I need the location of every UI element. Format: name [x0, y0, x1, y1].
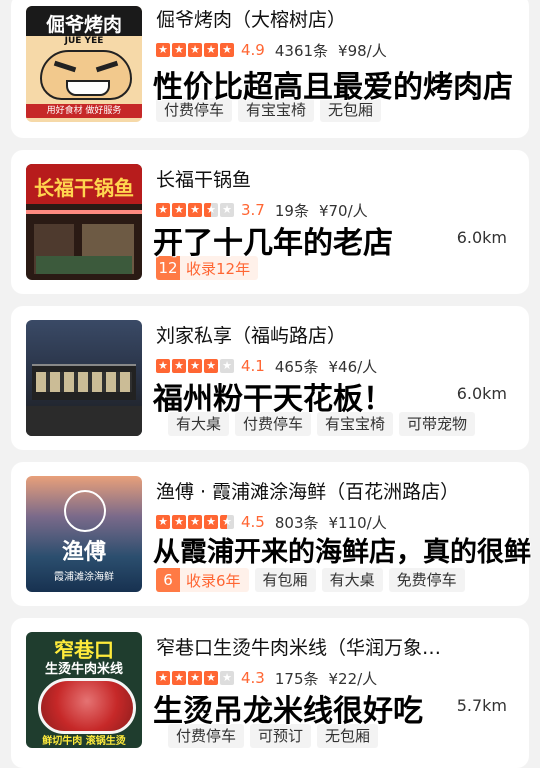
mascot-face [40, 50, 132, 100]
star-rating [156, 514, 234, 530]
overlay-slogan: 从霞浦开来的海鲜店，真的很鲜 [153, 537, 531, 568]
distance: 6.0km [456, 228, 507, 247]
star-icon [204, 358, 218, 374]
star-icon [220, 514, 234, 530]
review-count: 4361条 [274, 41, 329, 60]
star-rating [156, 42, 234, 58]
logo-subtitle: 霞浦滩涂海鲜 [54, 572, 114, 583]
rating-row: 4.9 4361条 ¥98/人 [156, 40, 515, 60]
avg-price: ¥98/人 [338, 41, 387, 60]
star-icon [204, 42, 218, 58]
restaurant-name[interactable]: 渔傅 · 霞浦滩涂海鲜（百花洲路店） [156, 480, 515, 504]
restaurant-name[interactable]: 刘家私享（福屿路店） [156, 324, 515, 348]
star-icon [220, 202, 234, 218]
rating-score: 3.7 [241, 201, 265, 219]
rating-score: 4.9 [241, 41, 265, 59]
star-icon [172, 514, 186, 530]
star-rating [156, 670, 234, 686]
star-icon [172, 202, 186, 218]
rating-row: 4.1 465条 ¥46/人 [156, 356, 515, 376]
overlay-slogan: 福州粉干天花板！ [153, 382, 393, 417]
rating-score: 4.1 [241, 357, 265, 375]
star-icon [156, 670, 170, 686]
logo-title: 渔傅 [61, 540, 106, 565]
overlay-slogan: 生烫吊龙米线很好吃 [153, 694, 423, 729]
star-icon [172, 358, 186, 374]
star-icon [220, 42, 234, 58]
rating-row: 3.7 19条 ¥70/人 [156, 200, 515, 220]
star-icon [172, 670, 186, 686]
star-icon [172, 42, 186, 58]
star-icon [188, 670, 202, 686]
restaurant-card[interactable]: 长福干锅鱼 长福干锅鱼 3.7 19条 ¥70/人 开了十几年的老店 [11, 150, 529, 294]
restaurant-thumbnail[interactable]: 渔傅 霞浦滩涂海鲜 [26, 476, 142, 592]
rating-score: 4.5 [241, 513, 265, 531]
restaurant-name[interactable]: 倔爷烤肉（大榕树店） [156, 8, 515, 32]
star-icon [156, 202, 170, 218]
restaurant-name[interactable]: 长福干锅鱼 [156, 168, 515, 192]
collection-badge: 6 收录6年 [156, 568, 249, 592]
distance: 6.0km [456, 384, 507, 403]
logo-footer: 用好食材 做好服务 [26, 104, 142, 118]
logo-title: 倔爷烤肉 [45, 14, 122, 36]
storefront-sign: 长福干锅鱼 [34, 176, 134, 200]
restaurant-card[interactable]: 刘家私享（福屿路店） 4.1 465条 ¥46/人 福州粉干天花板！ 6.0km… [11, 306, 529, 450]
restaurant-thumbnail[interactable] [26, 320, 142, 436]
star-rating [156, 358, 234, 374]
facility-tag: 有包厢 [254, 568, 316, 592]
restaurant-thumbnail[interactable]: 倔爷烤肉 JUE YEE 用好食材 做好服务 [26, 6, 142, 122]
star-icon [220, 670, 234, 686]
rating-row: 4.3 175条 ¥22/人 [156, 668, 515, 688]
logo-footer: 鲜切牛肉 滚锅生烫 [42, 736, 126, 747]
logo-subtitle: 生烫牛肉米线 [44, 662, 123, 677]
star-icon [156, 358, 170, 374]
restaurant-card[interactable]: 倔爷烤肉 JUE YEE 用好食材 做好服务 倔爷烤肉（大榕树店） 4.9 [11, 0, 529, 138]
facility-tag: 有大桌 [321, 568, 383, 592]
star-icon [188, 42, 202, 58]
star-icon [188, 202, 202, 218]
collection-years-label: 收录6年 [186, 571, 241, 590]
star-icon [204, 202, 218, 218]
rating-score: 4.3 [241, 669, 265, 687]
restaurant-list: 倔爷烤肉 JUE YEE 用好食材 做好服务 倔爷烤肉（大榕树店） 4.9 [0, 0, 540, 768]
boat-logo [64, 490, 106, 532]
star-icon [188, 514, 202, 530]
tag-list: 6 收录6年 有包厢 有大桌 免费停车 [156, 568, 465, 592]
collection-years-number: 6 [156, 568, 180, 592]
noodle-bowl [38, 678, 136, 734]
facility-tag: 可带宠物 [399, 412, 476, 436]
star-icon [156, 514, 170, 530]
star-icon [204, 514, 218, 530]
star-icon [156, 42, 170, 58]
restaurant-name[interactable]: 窄巷口生烫牛肉米线（华润万象… [156, 636, 515, 660]
star-icon [188, 358, 202, 374]
rating-row: 4.5 803条 ¥110/人 [156, 512, 515, 532]
restaurant-card[interactable]: 窄巷口 生烫牛肉米线 鲜切牛肉 滚锅生烫 窄巷口生烫牛肉米线（华润万象… 4.3… [11, 618, 529, 768]
restaurant-card[interactable]: 渔傅 霞浦滩涂海鲜 渔傅 · 霞浦滩涂海鲜（百花洲路店） 4.5 803条 ¥1… [11, 462, 531, 606]
distance: 5.7km [456, 696, 507, 715]
star-icon [204, 670, 218, 686]
restaurant-thumbnail[interactable]: 窄巷口 生烫牛肉米线 鲜切牛肉 滚锅生烫 [26, 632, 142, 748]
facility-tag: 免费停车 [388, 568, 465, 592]
overlay-slogan: 开了十几年的老店 [153, 226, 393, 261]
overlay-slogan: 性价比超高且最爱的烤肉店 [153, 70, 513, 105]
star-icon [220, 358, 234, 374]
restaurant-thumbnail[interactable]: 长福干锅鱼 [26, 164, 142, 280]
logo-subtitle: JUE YEE [64, 36, 104, 46]
star-rating [156, 202, 234, 218]
